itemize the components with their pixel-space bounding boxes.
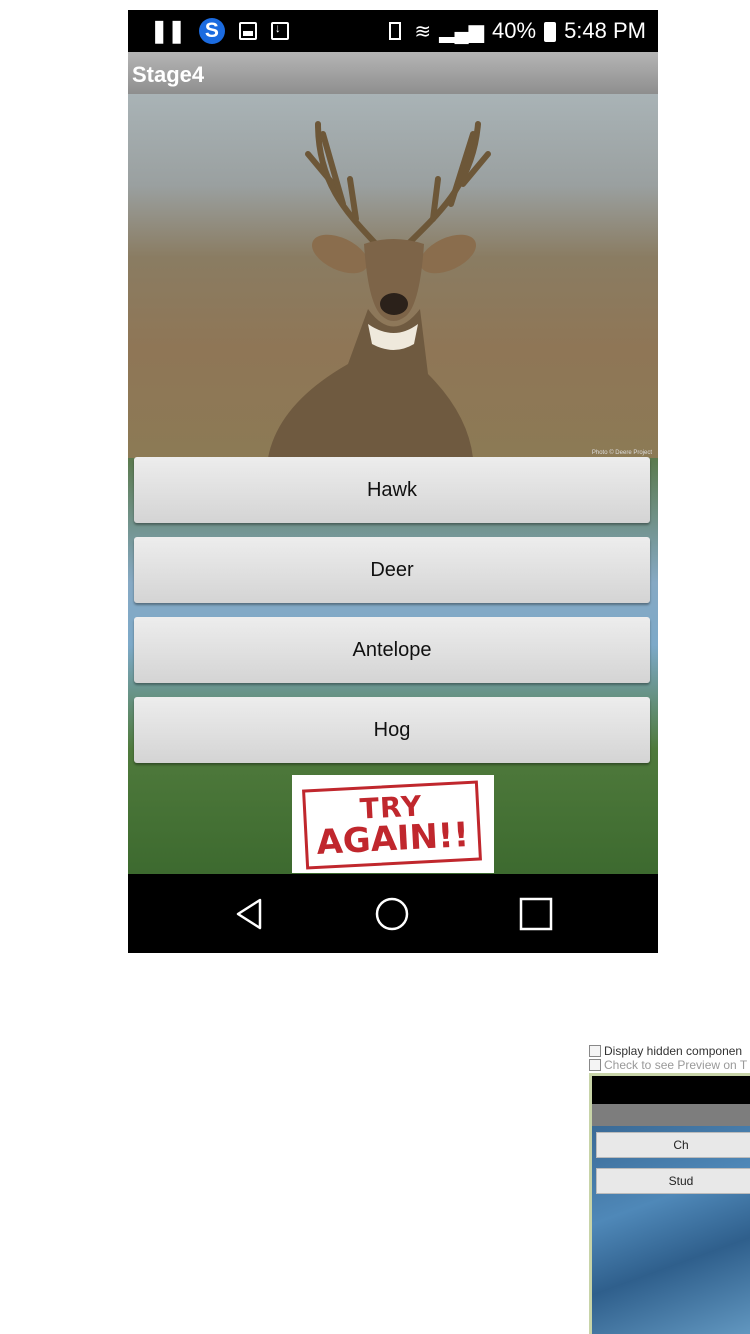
try-again-frame: TRY AGAIN!!	[302, 780, 482, 870]
device-title-bar	[592, 1104, 750, 1126]
preview-checkbox[interactable]	[589, 1059, 601, 1071]
screen-title: Stage4	[132, 62, 205, 87]
clock: 5:48 PM	[564, 18, 646, 43]
answer-button-deer[interactable]: Deer	[134, 537, 650, 603]
recent-apps-icon[interactable]	[516, 894, 556, 934]
device-screen: Ch Stud	[592, 1126, 750, 1334]
navigation-bar	[128, 874, 658, 953]
preview-button-1[interactable]: Ch	[596, 1132, 750, 1158]
preview-label: Check to see Preview on T	[604, 1058, 748, 1072]
app-title-bar: Stage4	[128, 52, 658, 94]
s-app-icon: S	[198, 18, 225, 44]
answer-button-hawk[interactable]: Hawk	[134, 457, 650, 523]
gallery-icon	[238, 22, 257, 40]
photo-credit: Photo © Deere Project	[591, 450, 652, 456]
preview-option[interactable]: Check to see Preview on T	[589, 1058, 747, 1072]
download-icon	[270, 21, 289, 40]
answer-button-hog[interactable]: Hog	[134, 697, 650, 763]
battery-icon	[544, 22, 557, 42]
try-again-stamp: TRY AGAIN!!	[292, 775, 494, 873]
signal-icon: ▂▄▆	[439, 20, 485, 43]
answer-button-antelope[interactable]: Antelope	[134, 617, 650, 683]
designer-panel: Display hidden componen Check to see Pre…	[585, 1035, 750, 1334]
vibrate-icon	[384, 20, 406, 42]
display-hidden-option[interactable]: Display hidden componen	[589, 1044, 742, 1058]
back-icon[interactable]	[230, 894, 270, 934]
status-bar: ❚❚ S ≋ ▂▄▆ 40% 5:48 PM	[128, 10, 658, 52]
status-notifications: ❚❚ S	[150, 18, 289, 44]
device-status-bar	[592, 1076, 750, 1104]
display-hidden-label: Display hidden componen	[604, 1044, 743, 1058]
display-hidden-checkbox[interactable]	[589, 1045, 601, 1057]
wifi-icon: ≋	[414, 20, 432, 43]
pause-icon: ❚❚	[150, 18, 186, 43]
status-system: ≋ ▂▄▆ 40% 5:48 PM	[384, 18, 646, 44]
battery-percent: 40%	[492, 18, 537, 43]
home-icon[interactable]	[372, 894, 412, 934]
phone-screenshot: ❚❚ S ≋ ▂▄▆ 40% 5:48 PM Stage4	[128, 10, 658, 953]
try-again-line2: AGAIN!!	[315, 815, 471, 863]
device-preview: Ch Stud	[589, 1073, 750, 1334]
deer-photo: Photo © Deere Project	[128, 94, 658, 458]
preview-button-2[interactable]: Stud	[596, 1168, 750, 1194]
